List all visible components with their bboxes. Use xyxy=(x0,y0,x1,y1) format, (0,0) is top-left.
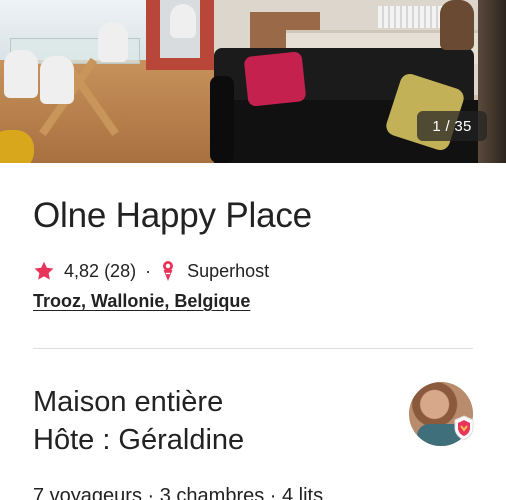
superhost-label: Superhost xyxy=(187,260,270,281)
host-name: Hôte : Géraldine xyxy=(33,424,245,456)
photo-chair xyxy=(4,50,38,98)
listing-title: Olne Happy Place xyxy=(33,196,312,235)
superhost-badge-icon xyxy=(160,260,176,282)
capacity-summary: 7 voyageurs · 3 chambres · 4 lits xyxy=(33,485,324,500)
photo-chair xyxy=(98,22,128,62)
photo-chair xyxy=(40,56,74,104)
photo-counter-badge: 1 / 35 xyxy=(417,111,487,141)
listing-meta-row: 4,82 (28) · Superhost xyxy=(33,258,269,284)
property-type: Maison entière xyxy=(33,386,224,418)
review-count[interactable]: (28) xyxy=(104,261,136,282)
photo-radiator xyxy=(378,6,442,28)
section-divider xyxy=(33,348,473,349)
photo-pink-cushion xyxy=(243,51,307,107)
photo-statue xyxy=(440,0,474,50)
location-link[interactable]: Trooz, Wallonie, Belgique xyxy=(33,291,250,312)
star-icon xyxy=(33,260,55,282)
listing-subtitle: Maison entière Hôte : Géraldine xyxy=(33,383,244,459)
meta-separator: · xyxy=(145,260,152,281)
photo-chair xyxy=(170,4,196,38)
superhost-avatar-badge-icon xyxy=(453,415,475,441)
rating-value: 4,82 xyxy=(64,260,100,281)
photo-sofa-arm xyxy=(210,76,234,163)
photo-yellow-chair xyxy=(0,130,34,163)
